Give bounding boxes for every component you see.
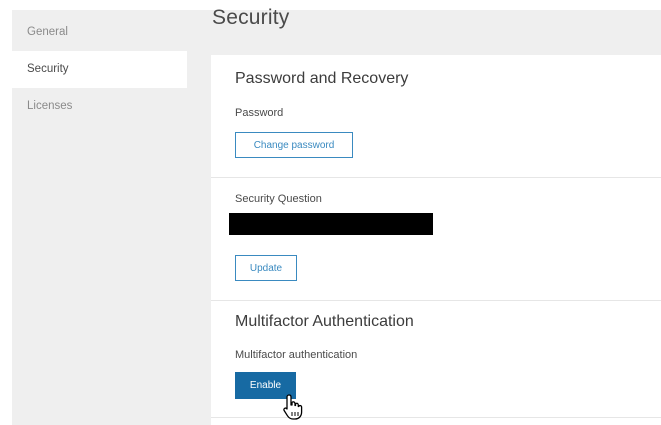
change-password-button[interactable]: Change password (235, 132, 353, 158)
sidebar-item-security[interactable]: Security (12, 51, 187, 88)
hand-pointer-icon (283, 394, 303, 420)
update-button[interactable]: Update (235, 255, 297, 281)
section-divider (211, 177, 661, 178)
security-panel: Password and Recovery Password Change pa… (211, 55, 661, 425)
section-divider (211, 300, 661, 301)
password-label: Password (235, 107, 284, 119)
page-title: Security (212, 6, 290, 29)
sidebar-item-licenses[interactable]: Licenses (12, 88, 187, 125)
redacted-security-question (229, 213, 433, 235)
mfa-label: Multifactor authentication (235, 349, 358, 361)
sidebar-item-general[interactable]: General (12, 14, 187, 51)
settings-page: General Security Licenses Security Passw… (12, 6, 661, 425)
password-recovery-title: Password and Recovery (235, 70, 409, 87)
mfa-title: Multifactor Authentication (235, 313, 414, 330)
section-divider (211, 417, 661, 418)
sidebar-nav: General Security Licenses (12, 10, 187, 125)
security-question-label: Security Question (235, 193, 322, 205)
